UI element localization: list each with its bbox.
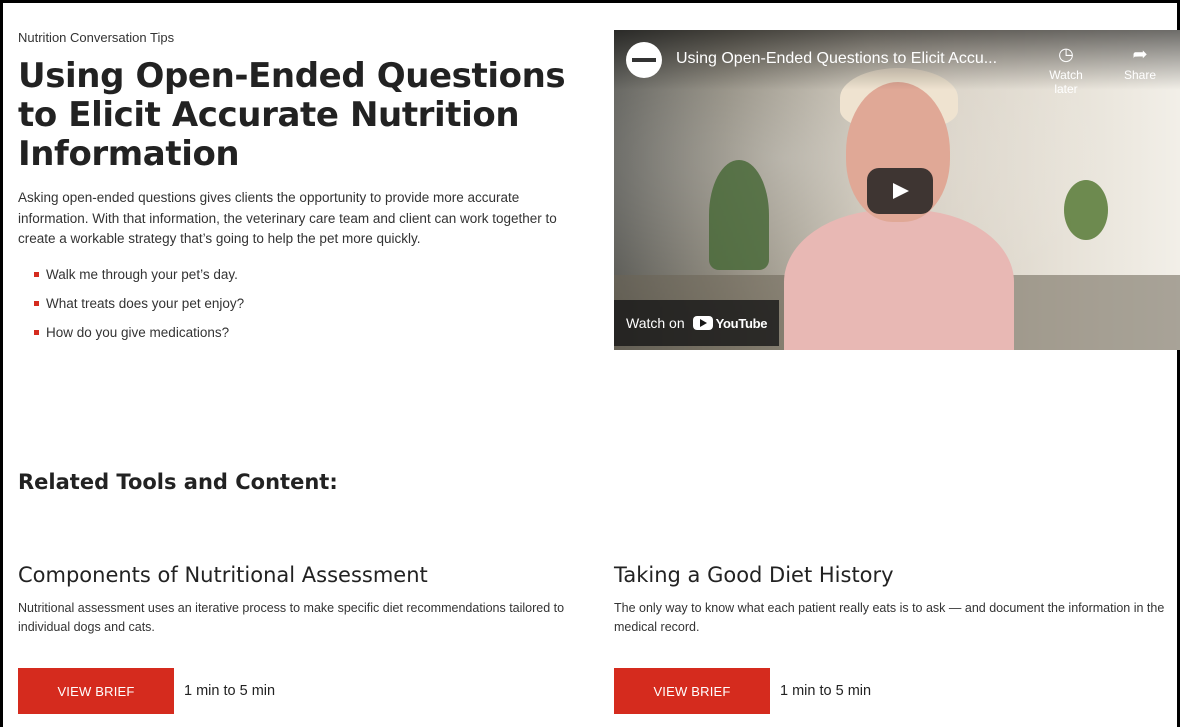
video-title-link[interactable]: Using Open-Ended Questions to Elicit Acc… bbox=[676, 50, 997, 68]
bullet-icon bbox=[34, 329, 39, 335]
list-item: What treats does your pet enjoy? bbox=[34, 295, 598, 312]
related-card: Taking a Good Diet History The only way … bbox=[614, 563, 1174, 714]
video-scene-plant bbox=[709, 160, 769, 270]
play-button[interactable] bbox=[867, 168, 933, 214]
channel-logo-icon bbox=[632, 58, 656, 62]
play-icon bbox=[893, 183, 909, 199]
bullet-icon bbox=[34, 271, 39, 277]
related-card: Components of Nutritional Assessment Nut… bbox=[18, 563, 578, 714]
watch-on-youtube-button[interactable]: Watch on YouTube bbox=[614, 300, 780, 346]
eyebrow-label: Nutrition Conversation Tips bbox=[18, 30, 175, 45]
list-item: Walk me through your pet’s day. bbox=[34, 266, 598, 283]
card-actions: VIEW BRIEF 1 min to 5 min bbox=[18, 668, 275, 714]
list-item-text: What treats does your pet enjoy? bbox=[46, 295, 245, 311]
duration-label: 1 min to 5 min bbox=[184, 683, 276, 699]
bullet-icon bbox=[34, 300, 39, 306]
video-scene-plant bbox=[1064, 180, 1108, 240]
view-brief-button[interactable]: VIEW BRIEF bbox=[18, 668, 174, 714]
card-title: Components of Nutritional Assessment bbox=[18, 563, 428, 587]
watch-later-button[interactable]: ◷ Watch later bbox=[1036, 44, 1096, 96]
list-item: How do you give medications? bbox=[34, 324, 598, 341]
card-actions: VIEW BRIEF 1 min to 5 min bbox=[614, 668, 871, 714]
question-list: Walk me through your pet’s day. What tre… bbox=[18, 266, 598, 341]
duration-label: 1 min to 5 min bbox=[780, 683, 872, 699]
share-arrow-icon: ➦ bbox=[1132, 44, 1148, 64]
video-scene-person-body bbox=[784, 210, 1014, 350]
clock-icon: ◷ bbox=[1058, 44, 1074, 64]
youtube-wordmark: YouTube bbox=[715, 315, 768, 331]
watch-later-label: Watch later bbox=[1049, 68, 1083, 96]
channel-avatar[interactable] bbox=[626, 42, 662, 78]
list-item-text: Walk me through your pet’s day. bbox=[46, 266, 238, 282]
share-label: Share bbox=[1123, 68, 1157, 82]
card-title: Taking a Good Diet History bbox=[614, 563, 894, 587]
youtube-logo: YouTube bbox=[692, 315, 768, 331]
article-section: Nutrition Conversation Tips Using Open-E… bbox=[18, 30, 598, 353]
related-heading: Related Tools and Content: bbox=[18, 470, 338, 494]
view-brief-button[interactable]: VIEW BRIEF bbox=[614, 668, 770, 714]
page-title: Using Open-Ended Questions to Elicit Acc… bbox=[18, 56, 566, 174]
youtube-play-icon bbox=[692, 316, 713, 330]
card-description: Nutritional assessment uses an iterative… bbox=[18, 601, 565, 634]
video-player[interactable]: Using Open-Ended Questions to Elicit Acc… bbox=[614, 30, 1180, 350]
share-button[interactable]: ➦ Share bbox=[1110, 44, 1170, 82]
list-item-text: How do you give medications? bbox=[46, 324, 230, 340]
lead-paragraph: Asking open-ended questions gives client… bbox=[18, 190, 557, 246]
watch-on-label: Watch on bbox=[626, 315, 685, 331]
card-description: The only way to know what each patient r… bbox=[614, 601, 1165, 634]
